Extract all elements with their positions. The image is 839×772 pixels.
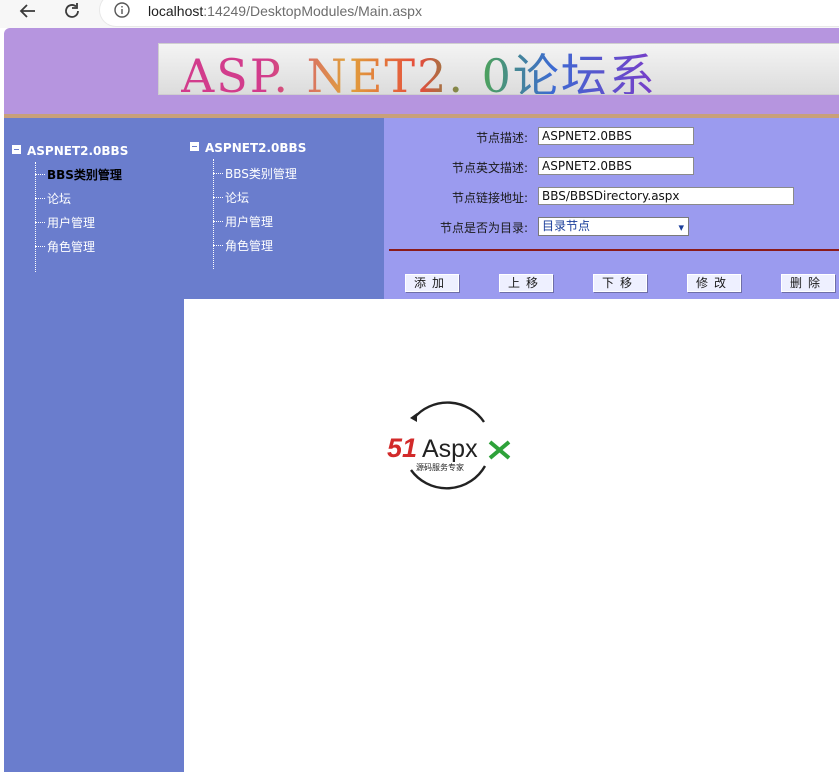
page: ASP. NET2. 0论坛系 ASPNET2.0BBS BBS类别管理 论坛 … [4, 28, 839, 772]
is-dir-select[interactable]: 目录节点 ▾ [538, 217, 689, 236]
is-dir-selected-value: 目录节点 [542, 219, 591, 233]
link-input[interactable]: BBS/BBSDirectory.aspx [538, 187, 794, 205]
add-button[interactable]: 添加 [405, 274, 459, 292]
chevron-down-icon: ▾ [678, 221, 684, 234]
tree-node-bbs-category[interactable]: BBS类别管理 [35, 166, 122, 183]
tree-node-bbs-category[interactable]: BBS类别管理 [213, 165, 297, 182]
link-label: 节点链接地址: [451, 191, 528, 205]
tree-node-users[interactable]: 用户管理 [213, 213, 273, 230]
tree-node-forum[interactable]: 论坛 [213, 189, 249, 206]
en-desc-label: 节点英文描述: [451, 161, 528, 175]
left-tree-panel: ASPNET2.0BBS BBS类别管理 论坛 用户管理 角色管理 [4, 118, 184, 772]
collapse-icon[interactable] [12, 145, 21, 154]
tree-root[interactable]: ASPNET2.0BBS [12, 144, 128, 158]
en-desc-input[interactable]: ASPNET2.0BBS [538, 157, 694, 175]
desc-input[interactable]: ASPNET2.0BBS [538, 127, 694, 145]
tree-node-users[interactable]: 用户管理 [35, 214, 95, 231]
back-arrow-icon[interactable] [13, 0, 43, 22]
svg-text:51: 51 [387, 433, 417, 463]
tree-node-roles[interactable]: 角色管理 [35, 238, 95, 255]
form-divider [389, 249, 839, 251]
content-area: 51 Aspx 源码服务专家 [184, 299, 839, 772]
51aspx-logo: 51 Aspx 源码服务专家 [384, 400, 512, 495]
info-icon[interactable] [114, 2, 130, 18]
tree-root[interactable]: ASPNET2.0BBS [190, 141, 306, 155]
browser-toolbar: localhost:14249/DesktopModules/Main.aspx [0, 0, 839, 28]
svg-text:Aspx: Aspx [422, 435, 478, 463]
reload-icon[interactable] [57, 0, 87, 22]
is-dir-label: 节点是否为目录: [439, 221, 528, 235]
banner-logo: ASP. NET2. 0论坛系 [158, 43, 839, 95]
address-bar[interactable]: localhost:14249/DesktopModules/Main.aspx [100, 0, 839, 26]
url-text: localhost:14249/DesktopModules/Main.aspx [148, 3, 422, 19]
desc-label: 节点描述: [475, 131, 528, 145]
collapse-icon[interactable] [190, 142, 199, 151]
mid-tree-panel: ASPNET2.0BBS BBS类别管理 论坛 用户管理 角色管理 [184, 118, 384, 299]
banner-title: ASP. NET2. 0论坛系 [181, 44, 657, 94]
edit-button[interactable]: 修改 [687, 274, 741, 292]
move-down-button[interactable]: 下移 [593, 274, 647, 292]
tree-node-forum[interactable]: 论坛 [35, 190, 71, 207]
move-up-button[interactable]: 上移 [499, 274, 553, 292]
tree-node-roles[interactable]: 角色管理 [213, 237, 273, 254]
delete-button[interactable]: 删除 [781, 274, 835, 292]
svg-text:源码服务专家: 源码服务专家 [416, 462, 464, 472]
